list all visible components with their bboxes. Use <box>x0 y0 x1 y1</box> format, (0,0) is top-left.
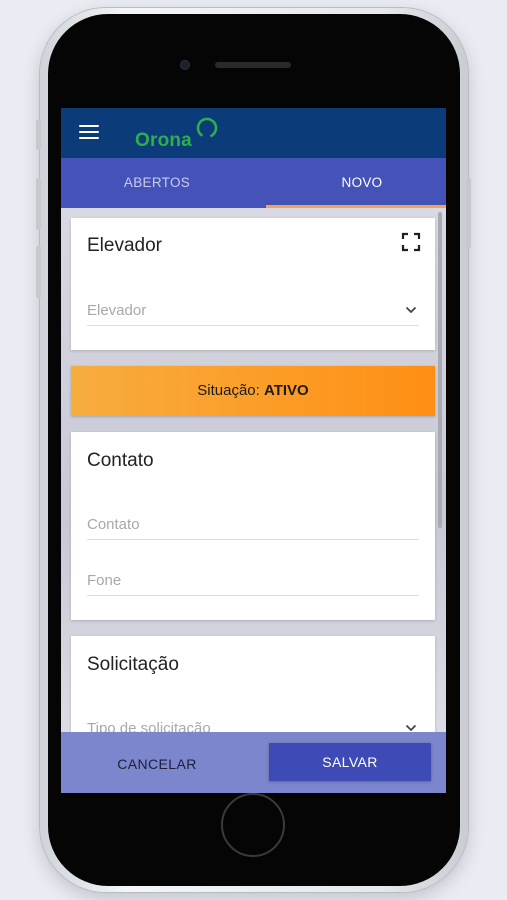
elevator-select[interactable]: Elevador <box>87 294 419 326</box>
app-bar: Orona <box>61 108 446 158</box>
elevator-select-placeholder: Elevador <box>87 302 147 319</box>
scrollbar[interactable] <box>438 212 442 528</box>
orona-logo: Orona <box>133 114 233 154</box>
tab-bar: ABERTOS NOVO <box>61 158 446 208</box>
contact-card-title: Contato <box>87 450 154 471</box>
status-banner: Situação: ATIVO <box>71 366 435 416</box>
elevator-card-title: Elevador <box>87 235 162 256</box>
cancel-button[interactable]: CANCELAR <box>97 747 217 781</box>
request-type-placeholder: Tipo de solicitação <box>87 720 211 732</box>
phone-input[interactable]: Fone <box>87 564 419 596</box>
request-type-select[interactable]: Tipo de solicitação <box>87 712 419 732</box>
form-content: Elevador Elevador Situação: ATIVO Contat… <box>61 208 446 732</box>
power-button <box>466 178 471 248</box>
contact-input-placeholder: Contato <box>87 516 140 533</box>
home-button[interactable] <box>221 793 285 857</box>
app-screen: Orona ABERTOS NOVO Elevador Elevador Sit… <box>61 108 446 793</box>
front-camera <box>180 60 190 70</box>
request-card: Solicitação Tipo de solicitação <box>71 636 435 732</box>
silent-switch <box>36 120 41 150</box>
chevron-down-icon <box>405 306 417 314</box>
hamburger-menu-icon[interactable] <box>79 125 101 141</box>
status-value: ATIVO <box>263 382 309 399</box>
volume-down-button <box>36 246 41 298</box>
fullscreen-scan-icon[interactable] <box>401 232 421 252</box>
elevator-card: Elevador Elevador <box>71 218 435 350</box>
save-button[interactable]: SALVAR <box>269 743 431 781</box>
request-card-title: Solicitação <box>87 654 179 675</box>
phone-input-placeholder: Fone <box>87 572 122 589</box>
tab-novo[interactable]: NOVO <box>266 158 446 208</box>
contact-input[interactable]: Contato <box>87 508 419 540</box>
contact-card: Contato Contato Fone <box>71 432 435 620</box>
action-bar: CANCELAR SALVAR <box>61 732 446 793</box>
chevron-down-icon <box>405 724 417 732</box>
logo-text: Orona <box>135 130 192 151</box>
tab-abertos[interactable]: ABERTOS <box>61 158 253 208</box>
status-label: Situação: <box>197 382 260 399</box>
earpiece-speaker <box>215 62 291 68</box>
volume-up-button <box>36 178 41 230</box>
logo-ring-icon <box>196 117 218 139</box>
